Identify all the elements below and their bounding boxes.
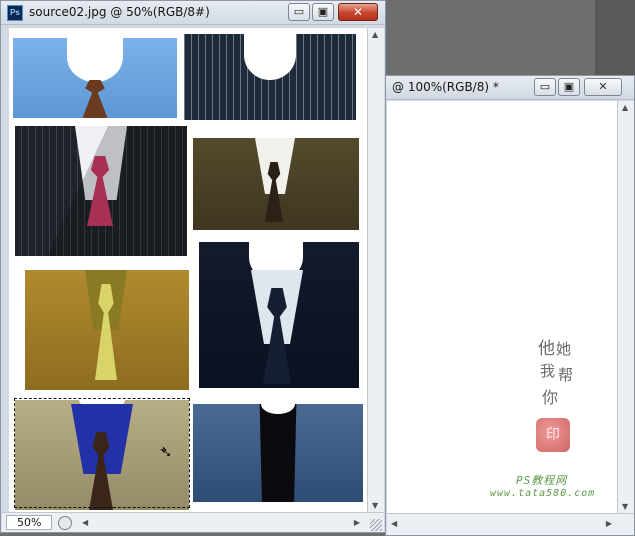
close-icon: ✕	[598, 80, 608, 93]
site-name: PS教程网	[516, 474, 568, 487]
photo-striped-shirt	[184, 34, 356, 120]
scroll-right-icon[interactable]: ▶	[354, 518, 360, 527]
document-window-back[interactable]: @ 100%(RGB/8) * ▭ ▣ ✕ ▲ ▼ ◀ ▶ 他 她 我 帮 你 …	[385, 75, 635, 536]
minimize-button[interactable]: ▭	[534, 78, 556, 96]
scroll-down-icon[interactable]: ▼	[622, 502, 628, 511]
document-canvas[interactable]: ➴	[9, 28, 367, 512]
scroll-down-icon[interactable]: ▼	[372, 501, 378, 510]
scroll-right-icon[interactable]: ▶	[606, 519, 612, 528]
close-button[interactable]: ✕	[338, 3, 378, 21]
photo-navy-suit	[199, 242, 359, 388]
vertical-scrollbar[interactable]: ▲ ▼	[367, 28, 384, 512]
document-canvas-back[interactable]	[387, 101, 617, 513]
photoshop-app-icon: Ps	[7, 5, 23, 21]
close-button[interactable]: ✕	[584, 78, 622, 96]
calligraphy-char: 你	[542, 388, 559, 407]
scroll-up-icon[interactable]: ▲	[622, 103, 628, 112]
maximize-button[interactable]: ▣	[558, 78, 580, 96]
workspace-panel-edge	[595, 0, 635, 75]
close-icon: ✕	[352, 5, 364, 19]
minimize-icon: ▭	[539, 80, 551, 93]
maximize-icon: ▣	[563, 80, 575, 93]
calligraphy-char: 帮	[558, 366, 574, 384]
calligraphy-watermark: 他 她 我 帮 你	[538, 334, 578, 414]
zoom-level[interactable]: 50%	[6, 515, 52, 530]
scroll-left-icon[interactable]: ◀	[82, 518, 88, 527]
document-window-front[interactable]: Ps source02.jpg @ 50%(RGB/8#) ▭ ▣ ✕ ➴ ▲ …	[0, 0, 386, 533]
minimize-icon: ▭	[293, 5, 305, 18]
photo-blue-shirt	[13, 38, 177, 118]
title-bar[interactable]: Ps source02.jpg @ 50%(RGB/8#) ▭ ▣ ✕	[1, 1, 385, 25]
maximize-icon: ▣	[317, 5, 329, 18]
scroll-up-icon[interactable]: ▲	[372, 30, 378, 39]
photo-pinstripe-suit	[15, 126, 187, 256]
status-menu-icon[interactable]	[58, 516, 72, 530]
photo-denim-jacket	[193, 404, 363, 502]
site-url: www.tata580.com	[490, 488, 596, 499]
red-seal-stamp: 印	[536, 418, 570, 452]
horizontal-scrollbar[interactable]: ◀ ▶	[387, 513, 634, 535]
pointer-scissors-icon: ➴	[159, 442, 173, 461]
calligraphy-char: 我	[540, 362, 556, 380]
window-title: @ 100%(RGB/8) *	[392, 80, 499, 94]
vertical-scrollbar[interactable]: ▲ ▼	[617, 101, 634, 513]
maximize-button[interactable]: ▣	[312, 3, 334, 21]
resize-grip-icon[interactable]	[370, 519, 382, 531]
calligraphy-char: 他	[538, 339, 555, 359]
minimize-button[interactable]: ▭	[288, 3, 310, 21]
title-bar[interactable]: @ 100%(RGB/8) * ▭ ▣ ✕	[386, 76, 634, 100]
scroll-left-icon[interactable]: ◀	[391, 519, 397, 528]
photo-mustard-suit	[25, 270, 189, 390]
photo-olive-suit	[193, 138, 359, 230]
calligraphy-char: 她	[556, 340, 572, 358]
window-title: source02.jpg @ 50%(RGB/8#)	[29, 5, 210, 19]
status-bar: 50% ◀ ▶	[2, 512, 384, 532]
